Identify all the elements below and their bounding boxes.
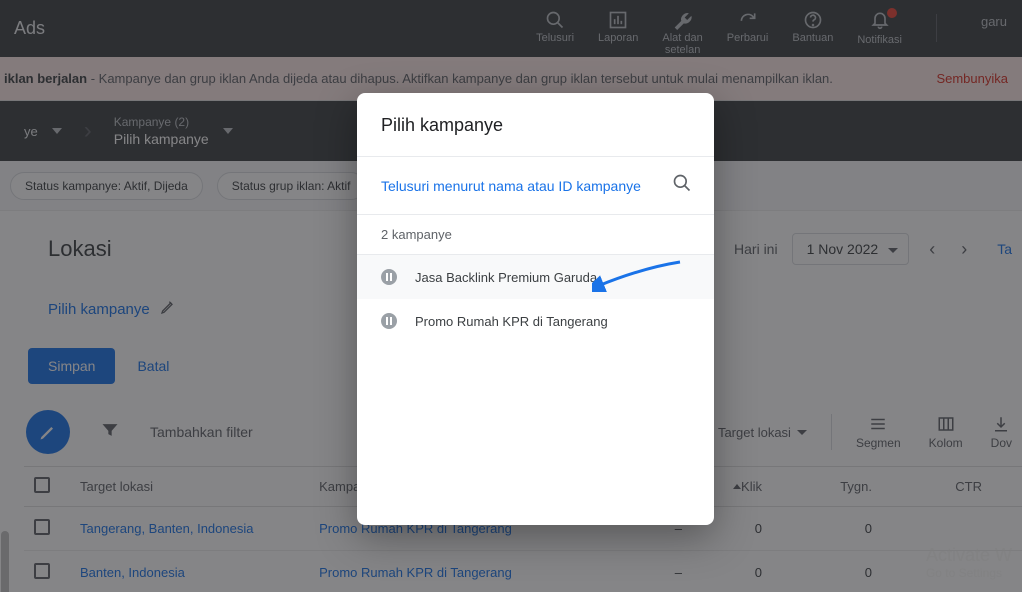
dialog-item-label: Jasa Backlink Premium Garuda (415, 270, 597, 285)
pause-icon (381, 313, 397, 329)
dialog-search-placeholder: Telusuri menurut nama atau ID kampanye (381, 178, 641, 194)
select-campaign-dialog: Pilih kampanye Telusuri menurut nama ata… (357, 93, 714, 525)
dialog-title: Pilih kampanye (357, 93, 714, 156)
dialog-item-label: Promo Rumah KPR di Tangerang (415, 314, 608, 329)
pause-icon (381, 269, 397, 285)
dialog-campaign-item[interactable]: Jasa Backlink Premium Garuda (357, 255, 714, 299)
search-icon (672, 173, 692, 198)
dialog-campaign-item[interactable]: Promo Rumah KPR di Tangerang (357, 299, 714, 343)
dialog-count: 2 kampanye (357, 215, 714, 254)
dialog-campaign-list: Jasa Backlink Premium Garuda Promo Rumah… (357, 255, 714, 525)
dialog-search-row[interactable]: Telusuri menurut nama atau ID kampanye (357, 157, 714, 214)
